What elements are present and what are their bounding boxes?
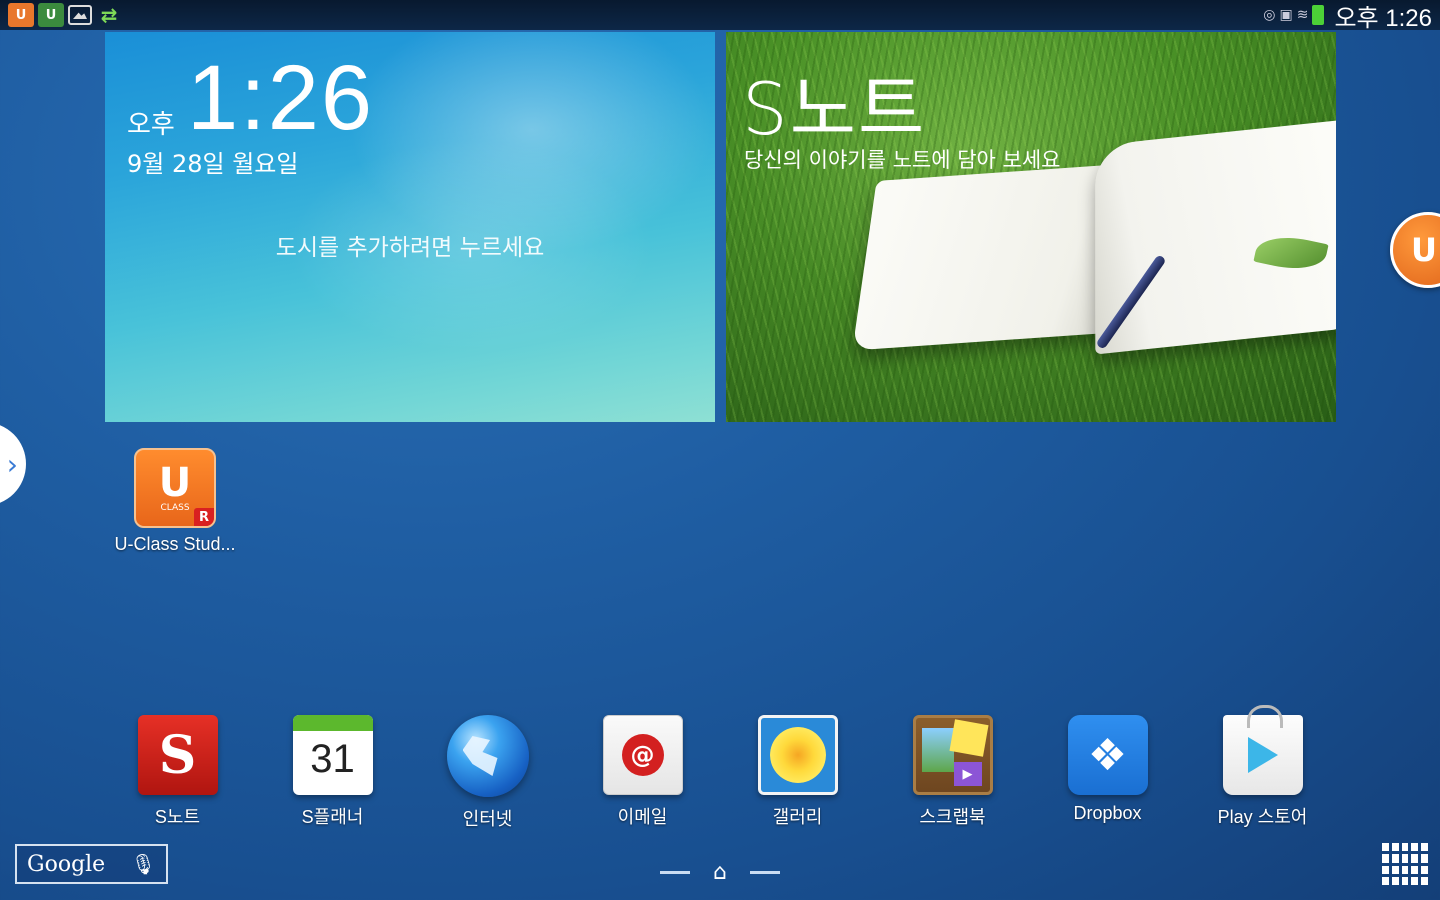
page-indicator[interactable]: ⌂ (660, 858, 780, 886)
wifi-icon: ≋ (1296, 7, 1309, 23)
snote-widget-title: S노트 (742, 67, 927, 151)
dock-app-scrapbook[interactable]: ▶ 스크랩북 (875, 715, 1030, 829)
calendar-day: 31 (310, 737, 355, 781)
uclass-icon: U CLASS R (134, 448, 216, 528)
clock-ampm: 오후 (127, 110, 175, 140)
battery-icon (1312, 5, 1325, 25)
uclass-icon-sub: CLASS (160, 503, 190, 513)
dock-label: 이메일 (617, 807, 668, 827)
notification-icons: U U ⇄ (8, 0, 122, 30)
google-search-bar[interactable]: Google 🎙 (15, 844, 168, 884)
uclass-bubble-icon: U (1411, 231, 1437, 269)
gallery-icon (757, 715, 838, 795)
status-clock: 오후 1:26 (1334, 4, 1432, 32)
dock: S S노트 31 S플래너 인터넷 @ 이메일 갤러리 ▶ 스크랩북 ❖ Dro… (100, 705, 1340, 831)
page-dash-left[interactable] (660, 870, 690, 874)
snote-icon: S (137, 715, 218, 795)
dock-label: 스크랩북 (919, 807, 986, 827)
desktop-app-uclass[interactable]: U CLASS R U-Class Stud... (100, 448, 250, 555)
snote-widget-subtitle: 당신의 이야기를 노트에 담아 보세요 (744, 148, 1061, 172)
apps-drawer-icon[interactable] (1382, 843, 1428, 885)
clock-time: 1:26 (187, 47, 375, 149)
dropbox-icon: ❖ (1067, 715, 1148, 795)
dock-label: Play 스토어 (1217, 807, 1308, 827)
dock-app-snote[interactable]: S S노트 (100, 715, 255, 829)
uclass-notification-icon: U (8, 3, 34, 27)
clock-date: 9월 28일 월요일 (127, 150, 299, 178)
play-triangle (1247, 737, 1278, 773)
dock-app-email[interactable]: @ 이메일 (565, 715, 720, 829)
play-store-icon (1222, 705, 1303, 795)
calendar-icon: 31 (292, 715, 373, 795)
dock-label: Dropbox (1073, 803, 1142, 823)
dock-app-dropbox[interactable]: ❖ Dropbox (1030, 715, 1185, 824)
uclass-floating-bubble[interactable]: U (1390, 212, 1440, 288)
dock-label: S노트 (154, 807, 201, 827)
chevron-right-icon: › (6, 447, 18, 481)
globe-icon (446, 715, 529, 797)
snote-widget[interactable]: S노트 당신의 이야기를 노트에 담아 보세요 (726, 32, 1336, 422)
book-left-page (852, 163, 1130, 351)
side-panel-handle[interactable]: › (0, 422, 26, 506)
scrapbook-note (948, 719, 989, 757)
uclass-icon-letter: U (158, 460, 192, 506)
flower-image (769, 727, 826, 783)
charging-icon: ⇄ (100, 3, 118, 27)
system-icons: ◎ ▣ ≋ 오후 1:26 (1263, 0, 1432, 32)
page-dash-right[interactable] (750, 870, 780, 874)
dock-app-splanner[interactable]: 31 S플래너 (255, 715, 410, 829)
uclass-notification-icon-2: U (38, 3, 64, 27)
mute-icon: ▣ (1279, 7, 1293, 23)
google-logo: Google (27, 851, 106, 877)
gallery-notification-icon (68, 5, 92, 25)
scrapbook-icon: ▶ (912, 715, 993, 795)
dock-label: S플래너 (301, 807, 364, 827)
dock-app-play-store[interactable]: Play 스토어 (1185, 705, 1340, 829)
nfc-icon: ◎ (1263, 7, 1276, 23)
weather-clock-widget[interactable]: 오후 1:26 9월 28일 월요일 도시를 추가하려면 누르세요 (105, 32, 715, 422)
email-seal: @ (621, 734, 664, 776)
scrapbook-play: ▶ (953, 762, 982, 786)
app-label: U-Class Stud... (114, 534, 236, 554)
add-city-prompt[interactable]: 도시를 추가하려면 누르세요 (105, 228, 715, 262)
mic-icon[interactable]: 🎙 (131, 852, 156, 876)
calendar-header (292, 715, 373, 731)
email-icon: @ (602, 715, 683, 795)
uclass-badge: R (194, 508, 214, 526)
status-bar[interactable]: U U ⇄ ◎ ▣ ≋ 오후 1:26 (0, 0, 1440, 32)
dock-app-internet[interactable]: 인터넷 (410, 715, 565, 831)
dock-label: 갤러리 (772, 807, 823, 827)
dock-label: 인터넷 (462, 809, 513, 829)
dock-app-gallery[interactable]: 갤러리 (720, 715, 875, 829)
home-icon[interactable]: ⌂ (713, 860, 727, 885)
book-right-page (1095, 119, 1336, 355)
